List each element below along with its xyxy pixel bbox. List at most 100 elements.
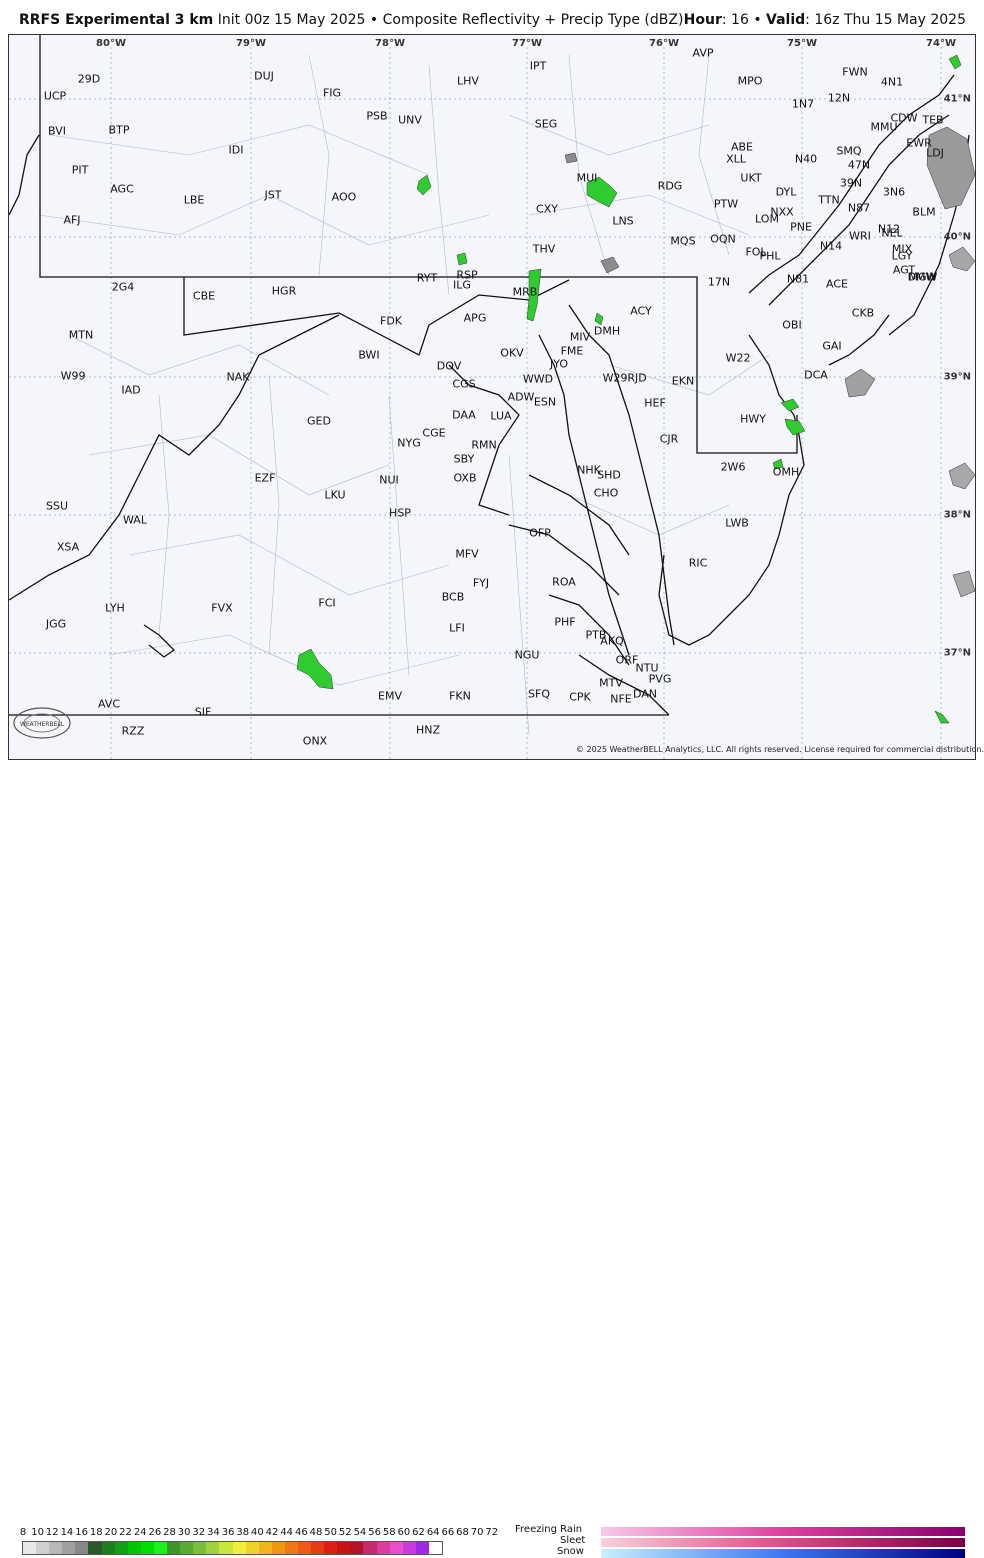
station-label: SIF: [194, 705, 212, 719]
logo-swirl-icon: WEATHERBELL: [13, 707, 71, 739]
station-label: AVP: [692, 46, 714, 60]
station-label: ACE: [826, 277, 848, 291]
dbz-scale-label: 20: [104, 1527, 118, 1538]
station-label: OXB: [453, 471, 477, 485]
station-label: ROA: [552, 575, 576, 589]
dbz-scale-label: 54: [353, 1527, 367, 1538]
dbz-color-swatch: [167, 1542, 181, 1554]
dbz-color-swatch: [311, 1542, 325, 1554]
station-label: FIG: [322, 86, 342, 100]
station-label: JYO: [549, 357, 569, 371]
station-label: IPT: [529, 59, 547, 73]
precip-echo: [416, 174, 432, 196]
hour-label: Hour: [683, 12, 722, 28]
station-label: N40: [794, 152, 818, 166]
dbz-scale-label: 24: [133, 1527, 147, 1538]
dbz-color-swatch: [428, 1542, 442, 1554]
valid-time: Hour: 16 • Valid: 16z Thu 15 May 2025: [684, 12, 966, 28]
station-label: SSU: [45, 499, 69, 513]
station-label: RZZ: [121, 724, 145, 738]
station-label: PHL: [759, 249, 781, 263]
station-label: RJD: [627, 371, 647, 385]
station-label: OMH: [772, 465, 800, 479]
station-label: W22: [725, 351, 751, 365]
station-label: NFE: [610, 692, 632, 706]
station-label: CGE: [422, 426, 446, 440]
station-label: N87: [847, 201, 871, 215]
dbz-scale-label: 52: [338, 1527, 352, 1538]
station-label: LOM: [755, 212, 779, 226]
station-label: AKQ: [600, 634, 624, 648]
station-label: AOO: [331, 190, 357, 204]
dbz-color-swatch: [36, 1542, 50, 1554]
station-label: ONX: [302, 734, 328, 748]
dbz-scale-label: 28: [163, 1527, 176, 1538]
station-label: OQN: [710, 232, 736, 246]
dbz-color-swatch: [75, 1542, 89, 1554]
station-label: GED: [307, 414, 331, 428]
station-label: AFJ: [63, 213, 81, 227]
station-label: OKV: [500, 346, 524, 360]
dbz-color-swatch: [258, 1542, 272, 1554]
station-label: EZF: [254, 471, 276, 485]
station-label: FYJ: [472, 576, 490, 590]
station-label: LHV: [457, 74, 479, 88]
station-label: DMW: [907, 270, 937, 284]
latitude-label: 38°N: [943, 509, 971, 521]
station-label: PVG: [648, 672, 672, 686]
station-label: ADW: [507, 390, 535, 404]
station-label: 17N: [707, 275, 731, 289]
station-label: RIC: [688, 556, 708, 570]
valid-value: : 16z Thu 15 May 2025: [805, 12, 966, 28]
latitude-label: 39°N: [943, 371, 971, 383]
dbz-color-swatch: [389, 1542, 403, 1554]
dbz-color-swatch: [62, 1542, 76, 1554]
dbz-color-swatch: [376, 1542, 390, 1554]
station-label: LWB: [725, 516, 749, 530]
copyright-text: © 2025 WeatherBELL Analytics, LLC. All r…: [576, 745, 984, 754]
dbz-color-swatch: [193, 1542, 207, 1554]
precip-echo: [948, 54, 962, 70]
station-label: MTV: [599, 676, 623, 690]
station-label: WWD: [522, 372, 554, 386]
station-label: DMH: [593, 324, 621, 338]
station-label: AVC: [97, 697, 121, 711]
dbz-color-swatch: [23, 1542, 37, 1554]
dbz-color-swatch: [114, 1542, 128, 1554]
dbz-color-swatch: [337, 1542, 351, 1554]
dbz-scale-label: 34: [207, 1527, 220, 1538]
dbz-scale-label: 44: [280, 1527, 294, 1538]
station-label: NGU: [514, 648, 540, 662]
station-label: MIV: [569, 330, 591, 344]
longitude-label: 76°W: [649, 38, 679, 49]
station-label: RDG: [657, 179, 683, 193]
station-label: HNZ: [415, 723, 441, 737]
station-label: APG: [463, 311, 487, 325]
precip-echo: [564, 152, 578, 164]
station-label: BLM: [912, 205, 936, 219]
station-label: LFI: [449, 621, 465, 635]
dbz-scale-label: 8: [19, 1527, 27, 1538]
snow-label: Snow: [557, 1546, 584, 1557]
station-label: MFV: [455, 547, 479, 561]
precip-echo: [296, 648, 334, 690]
dbz-scale-label: 68: [456, 1527, 469, 1538]
dbz-color-swatch: [101, 1542, 115, 1554]
station-label: FCI: [318, 596, 336, 610]
precip-echo: [948, 462, 975, 490]
dbz-scale-label: 40: [251, 1527, 264, 1538]
station-label: FVX: [211, 601, 233, 615]
dbz-color-swatch: [206, 1542, 220, 1554]
station-label: FKN: [449, 689, 471, 703]
latitude-label: 40°N: [943, 231, 971, 243]
station-label: MPO: [737, 74, 763, 88]
station-label: BWI: [358, 348, 380, 362]
station-label: NAK: [226, 370, 250, 384]
longitude-label: 79°W: [236, 38, 266, 49]
weatherbell-logo: WEATHERBELL: [12, 706, 72, 740]
station-label: HWY: [740, 412, 766, 426]
dbz-color-swatch: [88, 1542, 102, 1554]
dbz-color-swatch: [140, 1542, 154, 1554]
logo-text: WEATHERBELL: [20, 721, 65, 728]
station-label: FWN: [842, 65, 868, 79]
